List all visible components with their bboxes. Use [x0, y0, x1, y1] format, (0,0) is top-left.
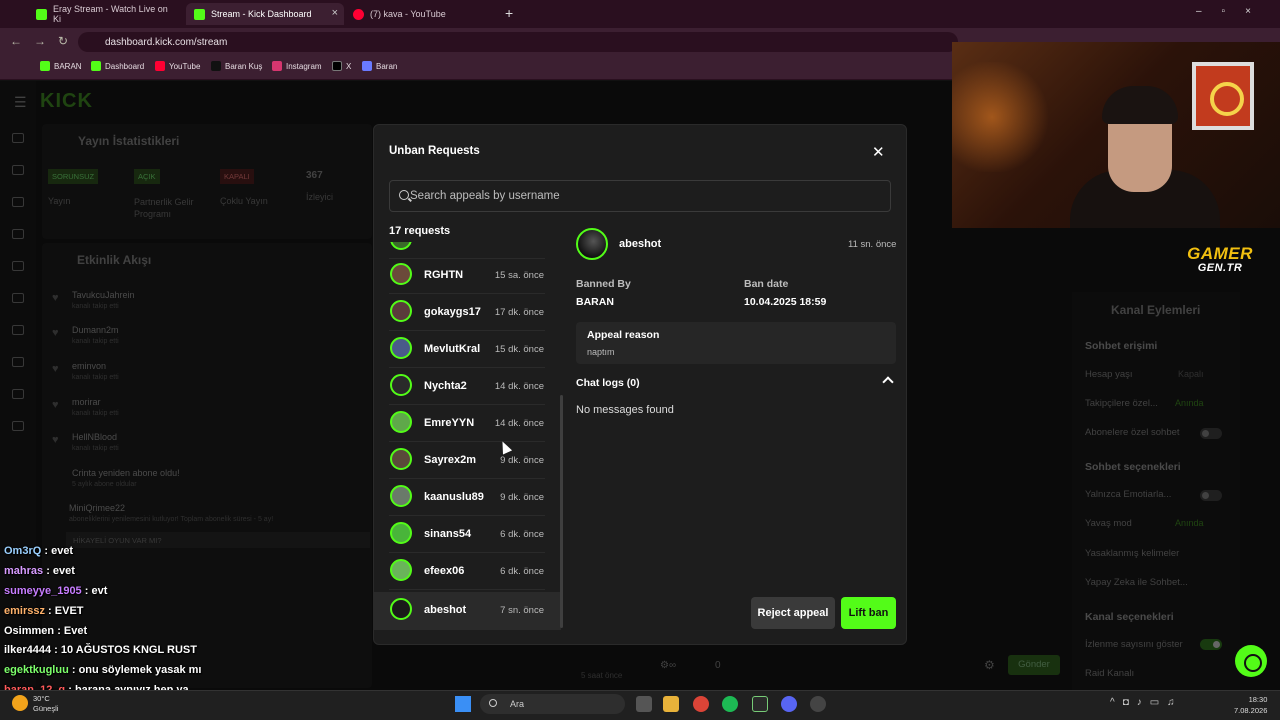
spotify-icon[interactable] — [722, 696, 738, 712]
search-input[interactable] — [410, 181, 880, 211]
kick-favicon-icon — [194, 8, 205, 20]
chat-message: egektkugluu : onu söylemek yasak mı — [4, 664, 202, 676]
appeal-reason-text: naptım — [587, 347, 615, 357]
app-icon[interactable] — [752, 696, 768, 712]
bookmark-baran[interactable]: BARAN — [40, 61, 82, 71]
chat-message: Osimmen : Evet — [4, 625, 88, 637]
chrome-icon[interactable] — [693, 696, 709, 712]
list-item[interactable]: RGHTN 15 sa. önce — [389, 257, 545, 294]
tab-title: Stream - Kick Dashboard — [211, 9, 312, 19]
weather-icon — [12, 695, 28, 711]
ban-date-value: 10.04.2025 18:59 — [744, 296, 827, 308]
avatar — [390, 374, 412, 396]
url-field[interactable]: dashboard.kick.com/stream — [78, 32, 958, 52]
close-tab-icon[interactable]: × — [332, 7, 338, 19]
list-item[interactable]: MevlutKral 15 dk. önce — [389, 331, 545, 368]
reject-appeal-button[interactable]: Reject appeal — [751, 597, 835, 629]
tab-title: Eray Stream - Watch Live on Ki — [53, 4, 168, 24]
file-explorer-icon[interactable] — [663, 696, 679, 712]
list-item[interactable]: sinans54 6 dk. önce — [389, 516, 545, 553]
list-item[interactable]: kaanuslu89 9 dk. önce — [389, 479, 545, 516]
search-icon — [399, 190, 409, 200]
avatar — [576, 228, 608, 260]
list-item-selected[interactable]: abeshot 7 sn. önce — [373, 592, 561, 630]
chat-logs-header[interactable]: Chat logs (0) — [576, 377, 640, 389]
list-item[interactable]: Sayrex2m 9 dk. önce — [389, 442, 545, 479]
url-text: dashboard.kick.com/stream — [105, 37, 228, 48]
chat-message: emirssz : EVET — [4, 605, 84, 617]
request-list[interactable]: RGHTN 15 sa. önce gokaygs17 17 dk. önce Me… — [389, 242, 545, 630]
bookmark-baran-2[interactable]: Baran — [362, 61, 397, 71]
browser-tab-2[interactable]: Stream - Kick Dashboard × — [186, 3, 344, 25]
search-icon — [489, 699, 497, 707]
browser-tab-1[interactable]: Eray Stream - Watch Live on Ki — [28, 3, 176, 25]
lift-ban-button[interactable]: Lift ban — [841, 597, 896, 629]
new-tab-icon[interactable]: + — [505, 5, 513, 21]
banned-by-value: BARAN — [576, 296, 614, 308]
browser-tab-3[interactable]: (7) kava - YouTube — [345, 3, 495, 25]
weather-widget[interactable]: 30°C Güneşli — [33, 694, 58, 714]
taskbar-clock[interactable]: 18:30 7.08.2026 — [1234, 694, 1267, 716]
avatar — [390, 559, 412, 581]
window-controls[interactable]: –▫× — [1196, 6, 1271, 17]
search-field[interactable] — [389, 180, 891, 212]
obs-icon[interactable] — [810, 696, 826, 712]
list-item[interactable]: Nychta2 14 dk. önce — [389, 368, 545, 405]
list-item[interactable]: efeex06 6 dk. önce — [389, 553, 545, 590]
reload-icon[interactable]: ↻ — [58, 34, 68, 48]
bookmark-dashboard[interactable]: Dashboard — [91, 61, 144, 71]
selected-username: abeshot — [619, 238, 662, 250]
tab-title: (7) kava - YouTube — [370, 9, 446, 19]
forward-icon[interactable]: → — [34, 34, 46, 48]
timestamp: 7 sn. önce — [500, 605, 544, 616]
bookmark-baran-kus[interactable]: Baran Kuş — [211, 61, 262, 71]
task-view-icon[interactable] — [636, 696, 652, 712]
help-button[interactable] — [1235, 645, 1267, 677]
selected-timestamp: 11 sn. önce — [848, 239, 897, 250]
username: abeshot — [424, 604, 467, 616]
bookmark-instagram[interactable]: Instagram — [272, 61, 322, 71]
discord-icon[interactable] — [781, 696, 797, 712]
appeal-reason-box: Appeal reason naptım — [576, 322, 896, 364]
gamergen-logo: GAMER GEN.TR — [1187, 244, 1253, 274]
list-scrollbar[interactable] — [560, 395, 563, 628]
ban-date-label: Ban date — [744, 278, 789, 290]
wall-sign — [1192, 62, 1254, 130]
list-item[interactable]: EmreYYN 14 dk. önce — [389, 405, 545, 442]
avatar — [390, 337, 412, 359]
youtube-favicon-icon — [353, 8, 364, 20]
avatar — [390, 598, 412, 620]
modal-title: Unban Requests — [389, 145, 480, 157]
avatar — [390, 300, 412, 322]
appeal-reason-label: Appeal reason — [587, 329, 660, 341]
request-count: 17 requests — [389, 225, 451, 237]
webcam-overlay — [952, 42, 1280, 228]
chat-message: mahras : evet — [4, 565, 75, 577]
banned-by-label: Banned By — [576, 278, 631, 290]
avatar — [390, 411, 412, 433]
no-messages-text: No messages found — [576, 404, 674, 416]
taskbar-search[interactable]: Ara — [480, 694, 625, 714]
chat-message: Om3rQ : evet — [4, 545, 74, 557]
system-tray-icons[interactable]: ^◘♪▭♫ — [1110, 697, 1183, 708]
avatar — [390, 485, 412, 507]
close-icon[interactable]: ✕ — [872, 143, 885, 161]
chat-message: ilker4444 : 10 AĞUSTOS KNGL RUST — [4, 644, 197, 656]
avatar — [390, 448, 412, 470]
bookmark-x[interactable]: X — [332, 61, 351, 71]
list-item[interactable]: gokaygs17 17 dk. önce — [389, 294, 545, 331]
avatar — [390, 263, 412, 285]
kick-favicon-icon — [36, 8, 47, 20]
avatar — [390, 522, 412, 544]
windows-start-icon[interactable] — [455, 696, 471, 712]
back-icon[interactable]: ← — [10, 34, 22, 48]
bookmark-youtube[interactable]: YouTube — [155, 61, 200, 71]
chat-message: sumeyye_1905 : evt — [4, 585, 108, 597]
